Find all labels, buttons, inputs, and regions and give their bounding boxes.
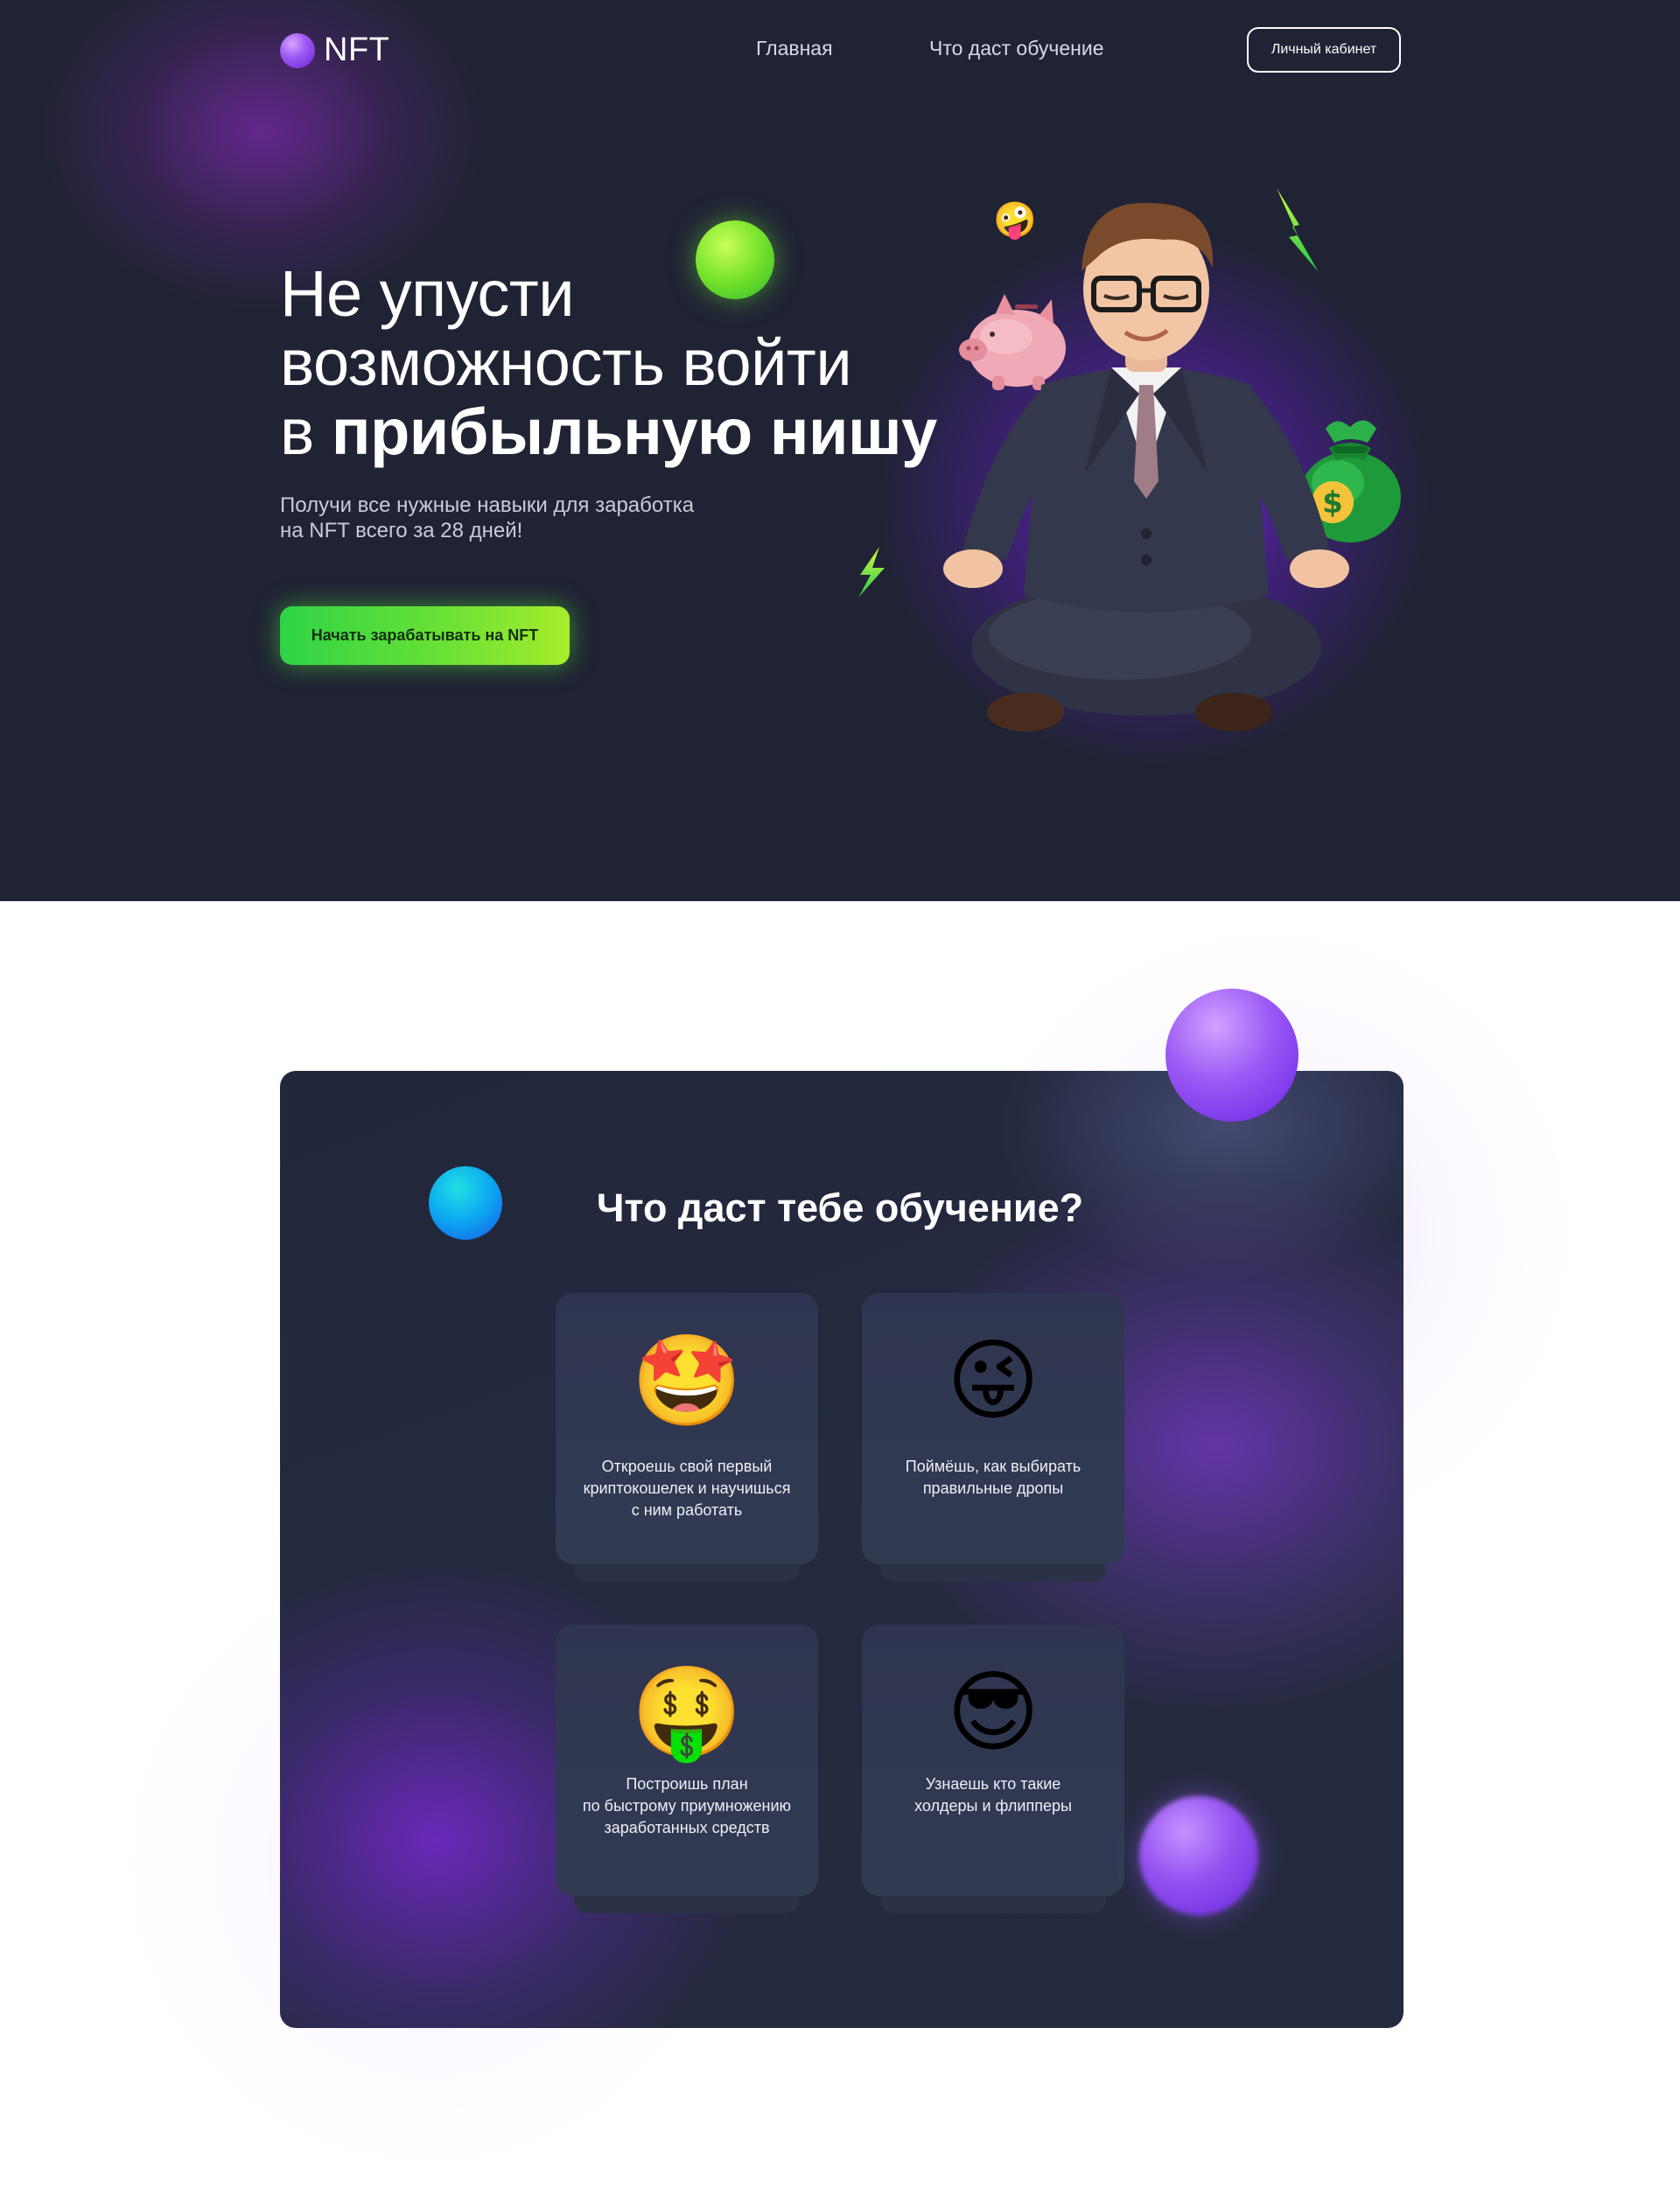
features-title: Что даст тебе обучение?	[596, 1185, 1084, 1230]
personal-cabinet-button[interactable]: Личный кабинет	[1247, 27, 1401, 73]
feature-text-line: Построишь план	[626, 1775, 748, 1793]
nav-link-training[interactable]: Что даст обучение	[929, 37, 1104, 60]
feature-text-line: криптокошелек и научишься	[583, 1479, 791, 1497]
logo-ball-icon	[280, 32, 315, 68]
hero-title-line-3-prefix: в	[280, 395, 332, 468]
star-struck-icon: 🤩	[631, 1331, 743, 1430]
start-earning-button[interactable]: Начать зарабатывать на NFT	[280, 606, 570, 665]
logo-text: NFT	[324, 31, 390, 68]
sunglasses-icon: 😎	[946, 1662, 1040, 1762]
feature-card-drops: 😜 Поймёшь, как выбирать правильные дропы	[862, 1293, 1124, 1564]
feature-text-line: правильные дропы	[922, 1479, 1064, 1497]
lightning-bolt-small-icon	[858, 547, 885, 598]
purple-ball-decoration	[1166, 989, 1298, 1122]
hero-subtitle-line-2: на NFT всего за 28 дней!	[280, 519, 523, 542]
green-ball-decoration	[696, 220, 774, 299]
feature-card-text: Откроешь свой первый криптокошелек и нау…	[571, 1456, 802, 1521]
hero-subtitle-line-1: Получи все нужные навыки для заработка	[280, 493, 695, 517]
feature-text-line: Поймёшь, как выбирать	[905, 1458, 1082, 1475]
winking-tongue-icon: 😜	[946, 1331, 1040, 1430]
feature-card-plan: 🤑 Построишь план по быстрому приумножени…	[556, 1625, 818, 1896]
hero-title: Не упусти возможность войти в прибыльную…	[280, 259, 937, 466]
nav-link-home[interactable]: Главная	[756, 37, 833, 60]
feature-text-line: по быстрому приумножению	[582, 1797, 792, 1815]
feature-text-line: с ним работать	[631, 1501, 743, 1519]
logo[interactable]: NFT	[280, 31, 389, 69]
feature-card-wallet: 🤩 Откроешь свой первый криптокошелек и н…	[556, 1293, 818, 1564]
money-mouth-icon: 🤑	[631, 1662, 743, 1762]
businessman-figure	[943, 202, 1349, 731]
hero-title-line-1: Не упусти	[280, 257, 575, 330]
feature-text-line: Узнаешь кто такие	[925, 1775, 1061, 1793]
feature-text-line: холдеры и флипперы	[914, 1797, 1072, 1815]
hero-title-line-2: возможность войти	[280, 326, 852, 399]
feature-card-holders: 😎 Узнаешь кто такие холдеры и флипперы	[862, 1625, 1124, 1896]
feature-text-line: Откроешь свой первый	[601, 1458, 773, 1475]
feature-card-text: Узнаешь кто такие холдеры и флипперы	[878, 1773, 1109, 1817]
feature-card-text: Построишь план по быстрому приумножению …	[571, 1773, 802, 1839]
feature-text-line: заработанных средств	[604, 1819, 770, 1836]
feature-card-text: Поймёшь, как выбирать правильные дропы	[878, 1456, 1109, 1500]
businessman-illustration: 🤪 $	[840, 175, 1452, 770]
hero-section: NFT Главная Что даст обучение Личный каб…	[0, 0, 1680, 901]
hero-subtitle: Получи все нужные навыки для заработка н…	[280, 493, 735, 543]
purple-ball-blurred-decoration	[1139, 1796, 1258, 1915]
